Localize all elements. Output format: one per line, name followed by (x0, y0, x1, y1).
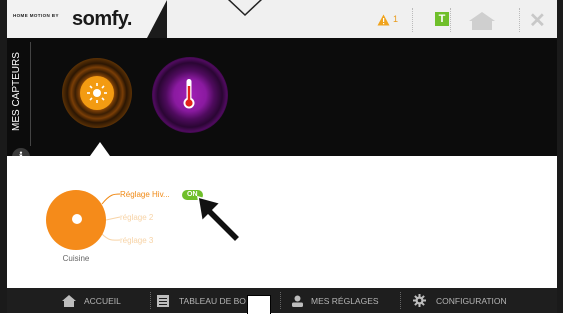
nav-item-accueil[interactable]: ACCUEIL (62, 288, 121, 313)
nav-item-tableau-de-bord[interactable]: TABLEAU DE BO (157, 288, 246, 313)
device-frame-right (557, 0, 563, 313)
close-icon[interactable]: ✕ (529, 8, 546, 33)
setting-option-1[interactable]: Réglage Hiv... (120, 190, 170, 199)
app-header: HOME MOTION BY somfy. 1 T ✕ (7, 0, 557, 38)
gear-icon (413, 294, 426, 307)
home-icon (62, 294, 76, 307)
brand-logo: somfy. (72, 8, 132, 30)
warning-icon[interactable] (377, 14, 390, 26)
device-frame-left (0, 0, 7, 313)
brand-tagline: HOME MOTION BY (13, 13, 59, 18)
t-badge-icon[interactable]: T (435, 12, 449, 26)
arrow-cursor-icon (197, 195, 242, 244)
divider (450, 8, 452, 32)
setting-option-2[interactable]: réglage 2 (120, 213, 153, 222)
nav-item-mes-reglages[interactable]: MES RÉGLAGES (292, 288, 379, 313)
divider (150, 292, 152, 309)
dashboard-icon (157, 294, 169, 307)
thermometer-icon (183, 79, 195, 109)
divider (400, 292, 402, 309)
divider (519, 8, 521, 32)
pull-down-notch-icon[interactable] (227, 0, 263, 17)
header-toolbar (167, 0, 557, 38)
nav-item-configuration[interactable]: CONFIGURATION (413, 288, 507, 313)
user-icon (292, 295, 303, 307)
overlay-box (247, 295, 271, 314)
nav-label: MES RÉGLAGES (311, 295, 379, 306)
section-label: MES CAPTEURS (11, 52, 22, 132)
divider (412, 8, 414, 32)
divider (30, 42, 31, 146)
home-icon[interactable] (469, 12, 495, 30)
nav-label: TABLEAU DE BO (179, 295, 246, 306)
setting-option-3[interactable]: réglage 3 (120, 236, 153, 245)
sun-icon (87, 83, 107, 103)
room-name: Cuisine (62, 254, 90, 263)
room-dot (72, 214, 82, 224)
nav-label: CONFIGURATION (436, 295, 507, 306)
divider (280, 292, 282, 309)
brand-tab: HOME MOTION BY somfy. (7, 0, 167, 38)
alert-count: 1 (393, 14, 399, 24)
selection-pointer-icon (90, 142, 110, 156)
nav-label: ACCUEIL (84, 295, 121, 306)
